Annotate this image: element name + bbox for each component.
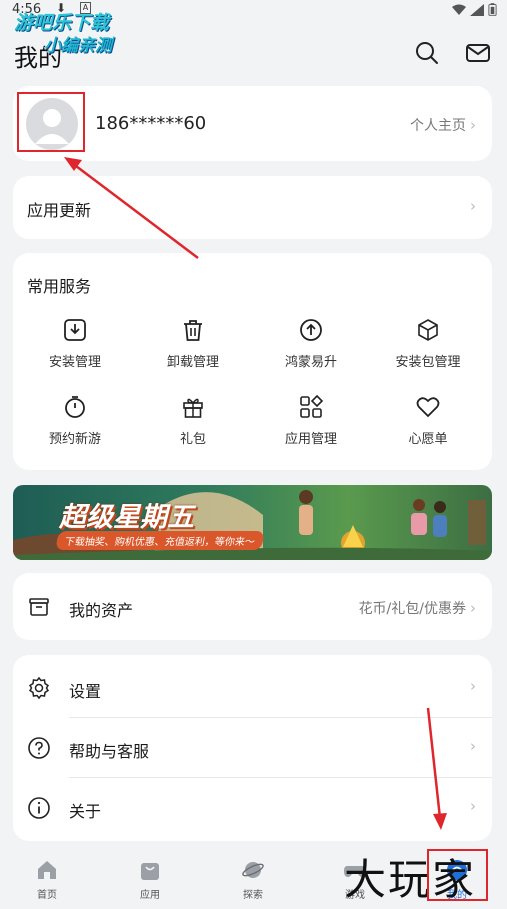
my-assets-row[interactable]: 我的资产 花币/礼包/优惠券 › <box>13 573 492 640</box>
user-phone: 186******60 <box>95 113 207 134</box>
watermark-line1: 游吧乐下载 <box>14 12 110 34</box>
mail-icon[interactable] <box>465 40 491 66</box>
service-gift-pack[interactable]: 礼包 <box>148 394 238 447</box>
about-row[interactable]: 关于 › <box>13 777 492 839</box>
avatar-highlight-box <box>17 92 85 152</box>
services-title: 常用服务 <box>27 277 92 296</box>
gear-icon <box>28 676 50 700</box>
about-label: 关于 <box>69 802 102 821</box>
heart-icon <box>416 397 440 418</box>
watermark-line2: 小编亲测 <box>44 36 112 56</box>
service-label: 预约新游 <box>48 432 101 447</box>
service-wishlist[interactable]: 心愿单 <box>383 394 473 447</box>
chevron-right-icon: › <box>470 116 476 134</box>
home-icon <box>38 861 56 879</box>
battery-icon <box>488 3 497 16</box>
chevron-right-icon: › <box>470 737 476 755</box>
chevron-right-icon: › <box>470 797 476 815</box>
info-icon <box>28 797 50 819</box>
chevron-right-icon: › <box>470 677 476 695</box>
service-harmony-upgrade[interactable]: 鸿蒙易升 <box>266 317 356 370</box>
nav-label: 首页 <box>37 890 57 901</box>
trash-icon <box>184 320 202 341</box>
banner-subtitle: 下载抽奖、购机优惠、充值返利，等你来～ <box>55 531 265 550</box>
service-uninstall-manage[interactable]: 卸载管理 <box>148 317 238 370</box>
service-install-manage[interactable]: 安装管理 <box>30 317 120 370</box>
settings-label: 设置 <box>69 682 102 701</box>
wifi-icon <box>452 4 466 15</box>
help-support-label: 帮助与客服 <box>69 742 150 761</box>
package-icon <box>418 319 438 341</box>
signal-icon <box>470 3 484 16</box>
nav-home[interactable]: 首页 <box>17 858 77 901</box>
help-support-row[interactable]: 帮助与客服 › <box>13 717 492 777</box>
search-icon[interactable] <box>414 40 440 66</box>
help-icon <box>28 737 50 759</box>
promo-banner[interactable]: 超级星期五 下载抽奖、购机优惠、充值返利，等你来～ <box>13 485 492 560</box>
chevron-right-icon: › <box>470 197 476 215</box>
my-assets-label: 我的资产 <box>69 601 134 620</box>
status-right <box>452 3 497 16</box>
common-services-card: 常用服务 安装管理 卸载管理 鸿蒙易升 安装包管理 预约新游 礼包 应用管理 心… <box>13 253 492 470</box>
service-label: 应用管理 <box>284 432 337 447</box>
banner-title: 超级星期五 <box>59 502 194 533</box>
service-label: 鸿蒙易升 <box>284 355 337 370</box>
service-label: 安装管理 <box>48 355 101 370</box>
app-bag-icon <box>141 863 159 880</box>
service-app-manage[interactable]: 应用管理 <box>266 394 356 447</box>
app-update-row[interactable]: 应用更新 › <box>13 176 492 239</box>
nav-label: 探索 <box>243 890 263 901</box>
personal-homepage-label: 个人主页 <box>410 118 466 134</box>
service-label: 礼包 <box>179 432 206 447</box>
app-update-label: 应用更新 <box>27 201 92 220</box>
watermark-logo: 游吧乐下载 小编亲测 <box>14 12 112 58</box>
chevron-right-icon: › <box>470 599 476 617</box>
service-label: 安装包管理 <box>395 355 461 370</box>
gift-icon <box>183 398 203 418</box>
service-reserve-new-games[interactable]: 预约新游 <box>30 394 120 447</box>
service-label: 卸载管理 <box>166 355 219 370</box>
nav-explore[interactable]: 探索 <box>223 858 283 901</box>
my-assets-summary: 花币/礼包/优惠券 <box>358 601 466 617</box>
service-label: 心愿单 <box>408 432 448 447</box>
nav-mine-highlight-box <box>427 849 488 901</box>
apps-icon <box>300 394 324 418</box>
nav-apps[interactable]: 应用 <box>120 858 180 901</box>
settings-row[interactable]: 设置 › <box>13 655 492 717</box>
personal-homepage-link[interactable]: 个人主页 › <box>410 115 476 135</box>
settings-card: 设置 › 帮助与客服 › 关于 › <box>13 655 492 841</box>
stopwatch-icon <box>65 396 85 418</box>
upgrade-icon <box>300 319 322 341</box>
wallet-box-icon <box>29 598 49 616</box>
my-assets-detail: 花币/礼包/优惠券 › <box>359 598 476 618</box>
install-icon <box>64 319 86 341</box>
nav-label: 应用 <box>140 890 160 901</box>
planet-icon <box>242 862 264 878</box>
service-package-manage[interactable]: 安装包管理 <box>383 317 473 370</box>
